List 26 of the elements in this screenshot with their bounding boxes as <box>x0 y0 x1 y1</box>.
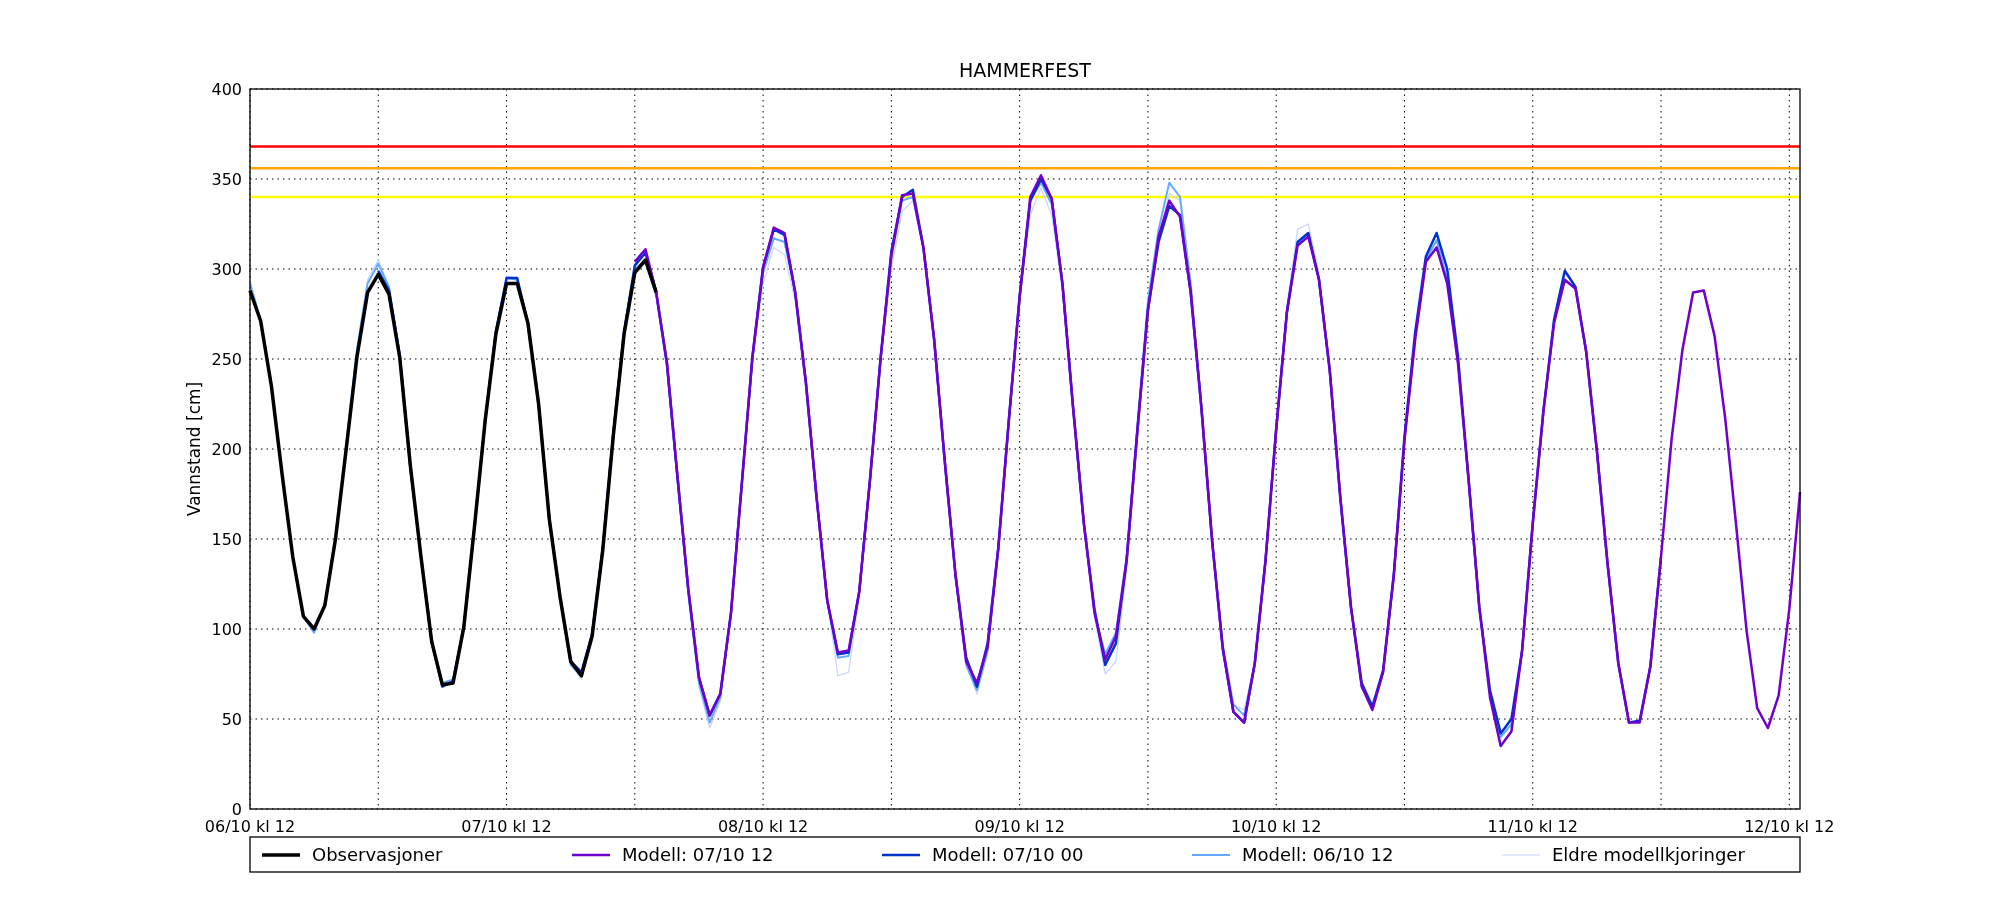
y-tick-label: 400 <box>211 80 242 99</box>
y-tick-label: 300 <box>211 260 242 279</box>
legend-swatch <box>262 853 300 857</box>
x-tick-label: 08/10 kl 12 <box>717 817 809 836</box>
x-tick-label: 06/10 kl 12 <box>204 817 296 836</box>
y-tick-label: 100 <box>211 620 242 639</box>
y-tick-label: 0 <box>231 800 242 819</box>
y-tick-label: 250 <box>211 350 242 369</box>
legend-label: Eldre modellkjoringer <box>1552 844 1745 865</box>
legend-label: Modell: 07/10 00 <box>932 844 1084 865</box>
legend-label: Modell: 07/10 12 <box>622 844 774 865</box>
x-tick-label: 10/10 kl 12 <box>1231 817 1322 836</box>
legend-swatch <box>882 853 920 857</box>
y-tick-label: 150 <box>211 530 242 549</box>
legend-swatch <box>572 853 610 857</box>
x-tick-label: 11/10 kl 12 <box>1487 817 1578 836</box>
x-tick-label: 07/10 kl 12 <box>461 817 552 836</box>
legend-label: Observasjoner <box>312 844 443 865</box>
y-tick-label: 50 <box>221 710 242 729</box>
chart-title: HAMMERFEST <box>959 59 1091 81</box>
y-tick-label: 350 <box>211 170 242 189</box>
y-tick-label: 200 <box>211 440 242 459</box>
x-tick-label: 12/10 kl 12 <box>1744 817 1835 836</box>
y-axis-label: Vannstand [cm] <box>184 381 204 517</box>
legend-label: Modell: 06/10 12 <box>1242 844 1394 865</box>
x-tick-label: 09/10 kl 12 <box>974 817 1065 836</box>
